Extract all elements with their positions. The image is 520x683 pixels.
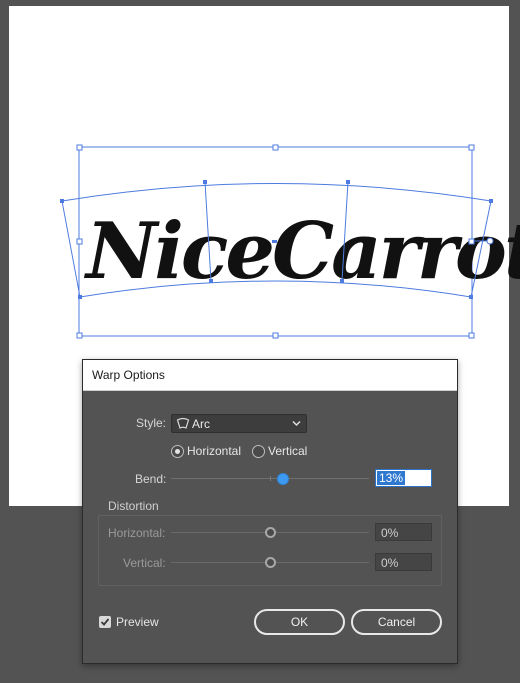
horizontal-radio[interactable]: [171, 445, 184, 458]
preview-label[interactable]: Preview: [116, 615, 159, 629]
envelope-left-edge: [61, 200, 81, 298]
bend-value-field[interactable]: 13%: [375, 469, 432, 487]
warp-options-dialog: Warp Options Style: Arc Horizontal Verti…: [82, 359, 458, 664]
bend-value-text: 13%: [377, 471, 406, 485]
dialog-titlebar[interactable]: Warp Options: [83, 360, 457, 391]
vertical-radio[interactable]: [252, 445, 265, 458]
vertical-distortion-label: Vertical:: [123, 556, 166, 570]
bend-slider-center-tick: [270, 476, 271, 481]
horizontal-distortion-thumb[interactable]: [264, 527, 276, 538]
artwork-text: NiceCarrot: [83, 206, 520, 297]
style-value: Arc: [192, 417, 210, 431]
envelope-top-edge: [61, 183, 492, 202]
vertical-distortion-thumb[interactable]: [264, 557, 276, 568]
arc-warp-icon: [176, 417, 190, 429]
chevron-down-icon: [292, 420, 301, 427]
horizontal-radio-label[interactable]: Horizontal: [187, 444, 241, 458]
center-point: [272, 240, 277, 243]
distortion-title: Distortion: [108, 499, 159, 513]
vertical-radio-label[interactable]: Vertical: [268, 444, 307, 458]
style-dropdown[interactable]: Arc: [171, 414, 307, 433]
vertical-distortion-field[interactable]: 0%: [375, 553, 432, 571]
ok-button[interactable]: OK: [254, 609, 345, 635]
side-handle[interactable]: [486, 237, 494, 245]
dialog-title: Warp Options: [92, 368, 165, 382]
bend-label: Bend:: [135, 472, 167, 486]
style-label: Style:: [136, 416, 167, 430]
checkmark-icon: [100, 618, 110, 626]
horizontal-distortion-label: Horizontal:: [108, 526, 166, 540]
horizontal-distortion-field[interactable]: 0%: [375, 523, 432, 541]
cancel-button[interactable]: Cancel: [351, 609, 442, 635]
bend-slider-thumb[interactable]: [276, 473, 289, 485]
preview-checkbox[interactable]: [99, 616, 111, 628]
